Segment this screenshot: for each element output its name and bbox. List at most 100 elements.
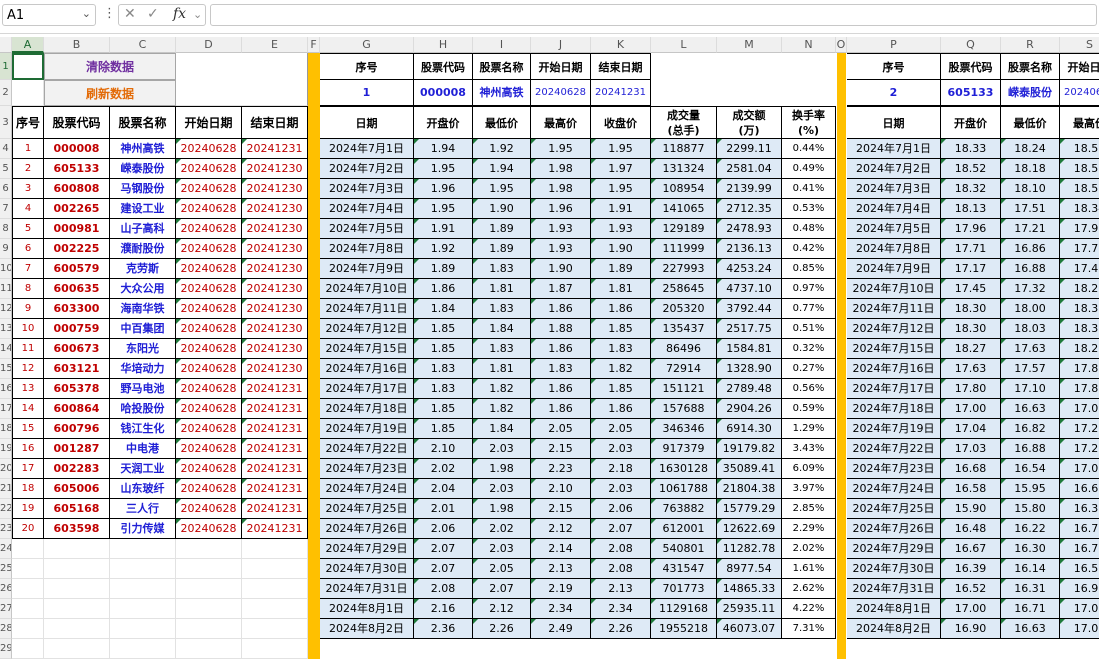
price-cell-2[interactable]: 18.56 <box>1060 159 1099 179</box>
stock-list-cell[interactable]: 600579 <box>44 259 110 279</box>
price-cell[interactable]: 15779.29 <box>717 499 782 519</box>
stock-list-cell[interactable]: 20241230 <box>242 219 308 239</box>
stock-list-cell[interactable]: 20240628 <box>176 339 242 359</box>
price-cell-2[interactable]: 16.30 <box>1060 499 1099 519</box>
price-cell-2[interactable]: 15.80 <box>1001 499 1060 519</box>
price-cell[interactable]: 1.83 <box>473 339 531 359</box>
price-cell[interactable]: 2.12 <box>473 599 531 619</box>
price-cell[interactable]: 21804.38 <box>717 479 782 499</box>
price-cell-2[interactable]: 16.54 <box>1001 459 1060 479</box>
price-cell-2[interactable]: 16.82 <box>1001 419 1060 439</box>
price-cell[interactable]: 4.22% <box>782 599 836 619</box>
price-cell[interactable]: 1.92 <box>414 239 473 259</box>
empty-cell[interactable] <box>110 619 176 639</box>
stock-list-cell[interactable]: 20240628 <box>176 419 242 439</box>
date-cell-2[interactable]: 2024年7月15日 <box>847 339 941 359</box>
stock-list-cell[interactable]: 19 <box>12 499 44 519</box>
stock-list-cell[interactable]: 600635 <box>44 279 110 299</box>
empty-cell[interactable] <box>110 639 176 659</box>
price-cell[interactable]: 2.23 <box>531 459 591 479</box>
price-cell-2[interactable]: 16.63 <box>1001 619 1060 639</box>
column-header-N[interactable]: N <box>782 37 836 53</box>
price-cell[interactable]: 1.89 <box>591 259 651 279</box>
price-cell[interactable]: 1.98 <box>531 159 591 179</box>
row-header-23[interactable]: 23 <box>0 519 12 539</box>
price-cell[interactable]: 2.03 <box>591 479 651 499</box>
price-cell[interactable]: 1.93 <box>531 219 591 239</box>
stock-list-cell[interactable]: 600796 <box>44 419 110 439</box>
price-cell[interactable]: 4253.24 <box>717 259 782 279</box>
price-cell[interactable]: 0.27% <box>782 359 836 379</box>
price-cell[interactable]: 2.05 <box>531 419 591 439</box>
price-cell[interactable]: 2.34 <box>531 599 591 619</box>
stock-list-cell[interactable]: 20241231 <box>242 439 308 459</box>
empty-cell[interactable] <box>176 619 242 639</box>
column-header-J[interactable]: J <box>531 37 591 53</box>
price-cell[interactable]: 2.03 <box>473 539 531 559</box>
formula-input[interactable] <box>210 4 1097 26</box>
price-cell-2[interactable]: 18.13 <box>941 199 1001 219</box>
price-cell[interactable]: 0.77% <box>782 299 836 319</box>
price-cell[interactable]: 2.08 <box>414 579 473 599</box>
price-cell-2[interactable]: 18.20 <box>1060 279 1099 299</box>
stock-list-cell[interactable]: 000759 <box>44 319 110 339</box>
column-header-M[interactable]: M <box>717 37 782 53</box>
stock-list-cell[interactable]: 哈投股份 <box>110 399 176 419</box>
stock-list-cell[interactable]: 11 <box>12 339 44 359</box>
price-cell-2[interactable]: 16.52 <box>941 579 1001 599</box>
price-cell[interactable]: 346346 <box>651 419 717 439</box>
price-cell[interactable]: 3.43% <box>782 439 836 459</box>
stock-list-cell[interactable]: 野马电池 <box>110 379 176 399</box>
price-cell-2[interactable]: 18.27 <box>941 339 1001 359</box>
row-header-28[interactable]: 28 <box>0 619 12 639</box>
price-cell[interactable]: 917379 <box>651 439 717 459</box>
stock-list-cell[interactable]: 20240628 <box>176 379 242 399</box>
price-cell[interactable]: 258645 <box>651 279 717 299</box>
price-cell-2[interactable]: 17.00 <box>941 399 1001 419</box>
price-cell[interactable]: 1.98 <box>531 179 591 199</box>
price-cell-2[interactable]: 18.57 <box>1060 139 1099 159</box>
price-cell-2[interactable]: 18.27 <box>1060 339 1099 359</box>
date-cell[interactable]: 2024年7月2日 <box>320 159 414 179</box>
stock-list-cell[interactable]: 20241230 <box>242 159 308 179</box>
price-cell[interactable]: 1.96 <box>531 199 591 219</box>
info-value-2-4[interactable]: 20240628 <box>1060 80 1099 106</box>
row-header-3[interactable]: 3 <box>0 106 12 139</box>
price-cell[interactable]: 2.26 <box>591 619 651 639</box>
row-header-13[interactable]: 13 <box>0 319 12 339</box>
stock-list-cell[interactable]: 000008 <box>44 139 110 159</box>
price-cell-2[interactable]: 17.63 <box>1001 339 1060 359</box>
stock-list-cell[interactable]: 三人行 <box>110 499 176 519</box>
price-cell-2[interactable]: 17.45 <box>941 279 1001 299</box>
price-cell[interactable]: 2.02 <box>414 459 473 479</box>
price-cell[interactable]: 129189 <box>651 219 717 239</box>
price-cell-2[interactable]: 17.04 <box>941 419 1001 439</box>
column-header-D[interactable]: D <box>176 37 242 53</box>
stock-list-cell[interactable]: 605378 <box>44 379 110 399</box>
price-cell-2[interactable]: 18.00 <box>1001 299 1060 319</box>
date-cell[interactable]: 2024年7月16日 <box>320 359 414 379</box>
stock-list-cell[interactable]: 002283 <box>44 459 110 479</box>
stock-list-cell[interactable]: 20241230 <box>242 339 308 359</box>
price-cell-2[interactable]: 15.95 <box>1001 479 1060 499</box>
price-cell[interactable]: 2.26 <box>473 619 531 639</box>
price-cell[interactable]: 1584.81 <box>717 339 782 359</box>
stock-list-cell[interactable]: 20241231 <box>242 139 308 159</box>
stock-list-cell[interactable]: 20240628 <box>176 439 242 459</box>
price-cell-2[interactable]: 17.17 <box>941 259 1001 279</box>
price-cell[interactable]: 131324 <box>651 159 717 179</box>
stock-list-cell[interactable]: 1 <box>12 139 44 159</box>
price-cell[interactable]: 2.15 <box>531 439 591 459</box>
price-cell[interactable]: 0.48% <box>782 219 836 239</box>
info-value-2[interactable]: 000008 <box>414 80 473 106</box>
price-cell[interactable]: 1.95 <box>591 179 651 199</box>
price-cell[interactable]: 701773 <box>651 579 717 599</box>
price-cell[interactable]: 1.98 <box>473 499 531 519</box>
price-cell[interactable]: 7.31% <box>782 619 836 639</box>
stock-list-cell[interactable]: 12 <box>12 359 44 379</box>
date-cell[interactable]: 2024年7月19日 <box>320 419 414 439</box>
stock-list-cell[interactable]: 20240628 <box>176 499 242 519</box>
price-cell[interactable]: 1.86 <box>414 279 473 299</box>
stock-list-cell[interactable]: 20241230 <box>242 299 308 319</box>
stock-list-cell[interactable]: 000981 <box>44 219 110 239</box>
